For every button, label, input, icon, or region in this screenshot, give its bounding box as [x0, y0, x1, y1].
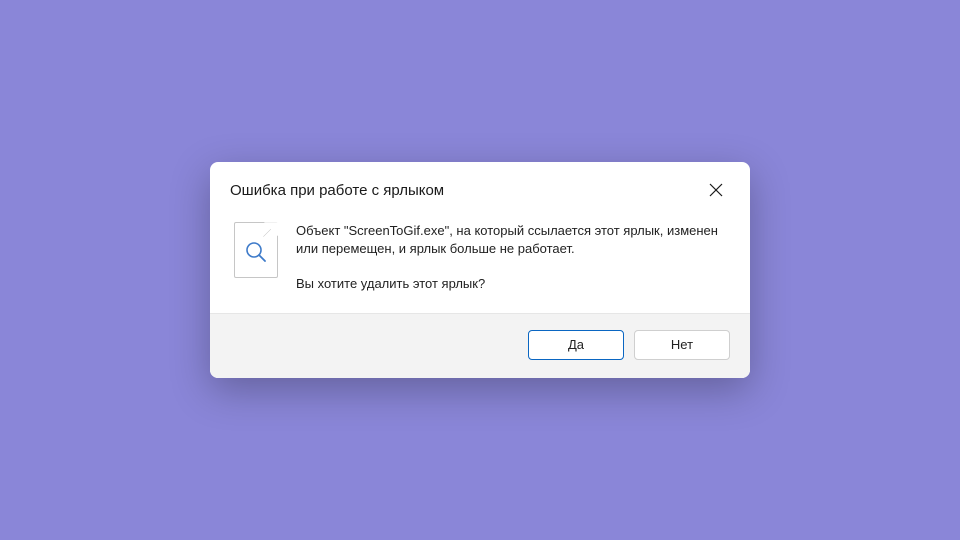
yes-button[interactable]: Да: [528, 330, 624, 360]
file-search-icon: [234, 222, 278, 278]
dialog-titlebar: Ошибка при работе с ярлыком: [210, 162, 750, 212]
dialog-message: Объект "ScreenToGif.exe", на который ссы…: [296, 222, 726, 258]
dialog-button-row: Да Нет: [210, 313, 750, 378]
no-button[interactable]: Нет: [634, 330, 730, 360]
error-dialog: Ошибка при работе с ярлыком Объект "Scre…: [210, 162, 750, 378]
dialog-question: Вы хотите удалить этот ярлык?: [296, 275, 726, 293]
dialog-title: Ошибка при работе с ярлыком: [230, 182, 444, 199]
dialog-message-block: Объект "ScreenToGif.exe", на который ссы…: [296, 222, 726, 293]
dialog-content: Объект "ScreenToGif.exe", на который ссы…: [210, 212, 750, 313]
close-button[interactable]: [702, 176, 730, 204]
close-icon: [709, 183, 723, 197]
